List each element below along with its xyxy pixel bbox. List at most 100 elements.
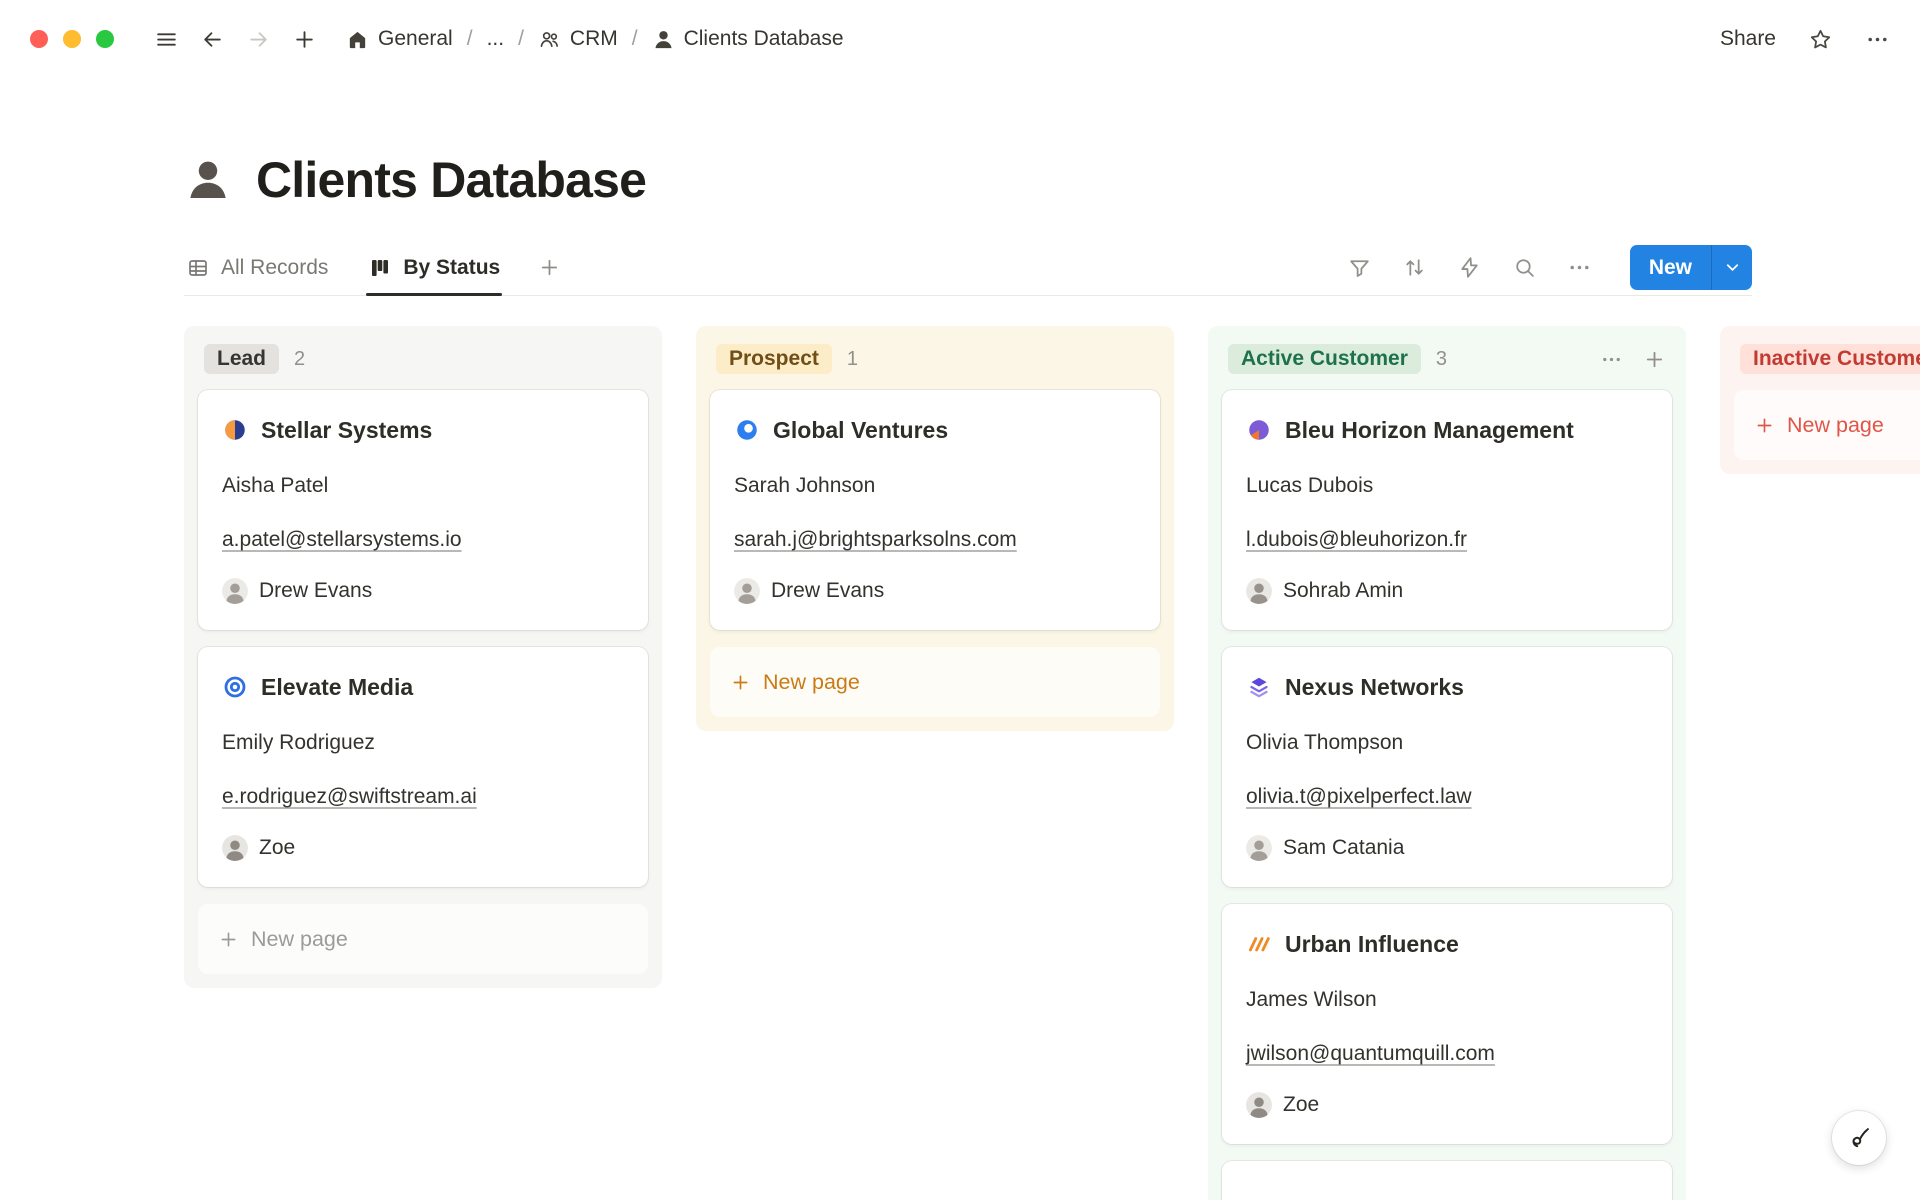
breadcrumb-label: Clients Database	[684, 27, 844, 51]
avatar	[222, 835, 248, 861]
email-link[interactable]: e.rodriguez@swiftstream.ai	[222, 785, 477, 808]
column-count: 3	[1436, 348, 1447, 371]
email-link[interactable]: l.dubois@bleuhorizon.fr	[1246, 528, 1467, 551]
new-record-button[interactable]: New	[1630, 245, 1711, 290]
kanban-board: Lead 2 Stellar Systems Aisha Patel a.pat…	[184, 326, 1920, 1200]
contact-name: Lucas Dubois	[1246, 472, 1648, 500]
star-icon	[1808, 27, 1833, 52]
notion-ai-button[interactable]	[1832, 1111, 1886, 1165]
breadcrumb-item-crm[interactable]: CRM	[532, 23, 624, 55]
new-tab-button[interactable]	[286, 21, 322, 57]
tab-all-records[interactable]: All Records	[184, 240, 330, 295]
page-icon-person[interactable]	[184, 156, 232, 204]
breadcrumb: General / ... / CRM / Clients Database	[340, 23, 850, 55]
share-button[interactable]: Share	[1720, 27, 1776, 51]
client-card-stellar-systems[interactable]: Stellar Systems Aisha Patel a.patel@stel…	[198, 390, 648, 630]
avatar	[734, 578, 760, 604]
global-ventures-logo-icon	[734, 417, 760, 443]
person-icon	[652, 28, 675, 51]
add-view-button[interactable]	[538, 256, 561, 279]
zoom-window-button[interactable]	[96, 30, 114, 48]
plus-icon	[1643, 348, 1666, 371]
breadcrumb-item-general[interactable]: General	[340, 23, 459, 55]
close-window-button[interactable]	[30, 30, 48, 48]
sort-button[interactable]	[1402, 255, 1427, 280]
sidebar-toggle-button[interactable]	[148, 21, 184, 57]
window-controls	[30, 30, 114, 48]
email-link[interactable]: olivia.t@pixelperfect.law	[1246, 785, 1472, 808]
ellipsis-icon	[1567, 255, 1592, 280]
company-name: Stellar Systems	[261, 414, 432, 446]
nexus-networks-logo-icon	[1246, 674, 1272, 700]
tab-by-status[interactable]: By Status	[366, 240, 502, 295]
automation-button[interactable]	[1457, 255, 1482, 280]
filter-button[interactable]	[1347, 255, 1372, 280]
back-button[interactable]	[194, 21, 230, 57]
avatar	[222, 578, 248, 604]
table-icon	[186, 256, 210, 280]
view-tabs: All Records By Status	[184, 240, 561, 295]
search-button[interactable]	[1512, 255, 1537, 280]
new-page-button[interactable]: New page	[1734, 390, 1920, 460]
hamburger-icon	[154, 27, 179, 52]
owner-name: Drew Evans	[771, 579, 884, 603]
new-page-label: New page	[1787, 413, 1884, 438]
column-prospect: Prospect 1 Global Ventures Sarah Johnson…	[696, 326, 1174, 731]
client-card-partial[interactable]	[1222, 1161, 1672, 1200]
breadcrumb-separator: /	[630, 27, 640, 51]
column-add-card-button[interactable]	[1643, 348, 1666, 371]
email-link[interactable]: a.patel@stellarsystems.io	[222, 528, 462, 551]
email-link[interactable]: sarah.j@brightsparksolns.com	[734, 528, 1017, 551]
forward-button[interactable]	[240, 21, 276, 57]
filter-icon	[1347, 255, 1372, 280]
plus-icon	[730, 672, 751, 693]
avatar	[1246, 1092, 1272, 1118]
plus-icon	[218, 929, 239, 950]
status-badge-lead[interactable]: Lead	[204, 344, 279, 374]
home-icon	[346, 28, 369, 51]
owner-name: Drew Evans	[259, 579, 372, 603]
email-link[interactable]: jwilson@quantumquill.com	[1246, 1042, 1495, 1065]
column-count: 1	[847, 348, 858, 371]
bleu-horizon-logo-icon	[1246, 417, 1272, 443]
new-record-dropdown-button[interactable]	[1712, 245, 1752, 290]
owner-name: Zoe	[1283, 1093, 1319, 1117]
breadcrumb-item-clients-database[interactable]: Clients Database	[646, 23, 850, 55]
plus-icon	[538, 256, 561, 279]
page-title[interactable]: Clients Database	[256, 150, 646, 210]
new-page-label: New page	[251, 927, 348, 952]
chevron-down-icon	[1723, 258, 1742, 277]
status-badge-prospect[interactable]: Prospect	[716, 344, 832, 374]
breadcrumb-label: ...	[487, 27, 505, 51]
more-options-button[interactable]	[1865, 27, 1890, 52]
status-badge-inactive-customer[interactable]: Inactive Customer	[1740, 344, 1920, 374]
board-icon	[368, 256, 392, 280]
client-card-elevate-media[interactable]: Elevate Media Emily Rodriguez e.rodrigue…	[198, 647, 648, 887]
client-card-nexus-networks[interactable]: Nexus Networks Olivia Thompson olivia.t@…	[1222, 647, 1672, 887]
people-icon	[538, 28, 561, 51]
stellar-systems-logo-icon	[222, 417, 248, 443]
client-card-global-ventures[interactable]: Global Ventures Sarah Johnson sarah.j@br…	[710, 390, 1160, 630]
client-card-bleu-horizon[interactable]: Bleu Horizon Management Lucas Dubois l.d…	[1222, 390, 1672, 630]
column-lead: Lead 2 Stellar Systems Aisha Patel a.pat…	[184, 326, 662, 988]
window-titlebar: General / ... / CRM / Clients Database S…	[0, 0, 1920, 78]
breadcrumb-separator: /	[516, 27, 526, 51]
company-name: Elevate Media	[261, 671, 413, 703]
status-badge-active-customer[interactable]: Active Customer	[1228, 344, 1421, 374]
breadcrumb-item-ellipsis[interactable]: ...	[481, 23, 511, 55]
tab-label: All Records	[221, 256, 328, 280]
contact-name: Aisha Patel	[222, 472, 624, 500]
avatar	[1246, 835, 1272, 861]
contact-name: Olivia Thompson	[1246, 729, 1648, 757]
new-page-button[interactable]: New page	[710, 647, 1160, 717]
new-page-label: New page	[763, 670, 860, 695]
plus-icon	[292, 27, 317, 52]
column-more-button[interactable]	[1600, 348, 1623, 371]
minimize-window-button[interactable]	[63, 30, 81, 48]
new-page-button[interactable]: New page	[198, 904, 648, 974]
view-more-button[interactable]	[1567, 255, 1592, 280]
favorite-button[interactable]	[1808, 27, 1833, 52]
client-card-urban-influence[interactable]: Urban Influence James Wilson jwilson@qua…	[1222, 904, 1672, 1144]
company-name: Urban Influence	[1285, 928, 1459, 960]
column-inactive-customer: Inactive Customer New page	[1720, 326, 1920, 474]
